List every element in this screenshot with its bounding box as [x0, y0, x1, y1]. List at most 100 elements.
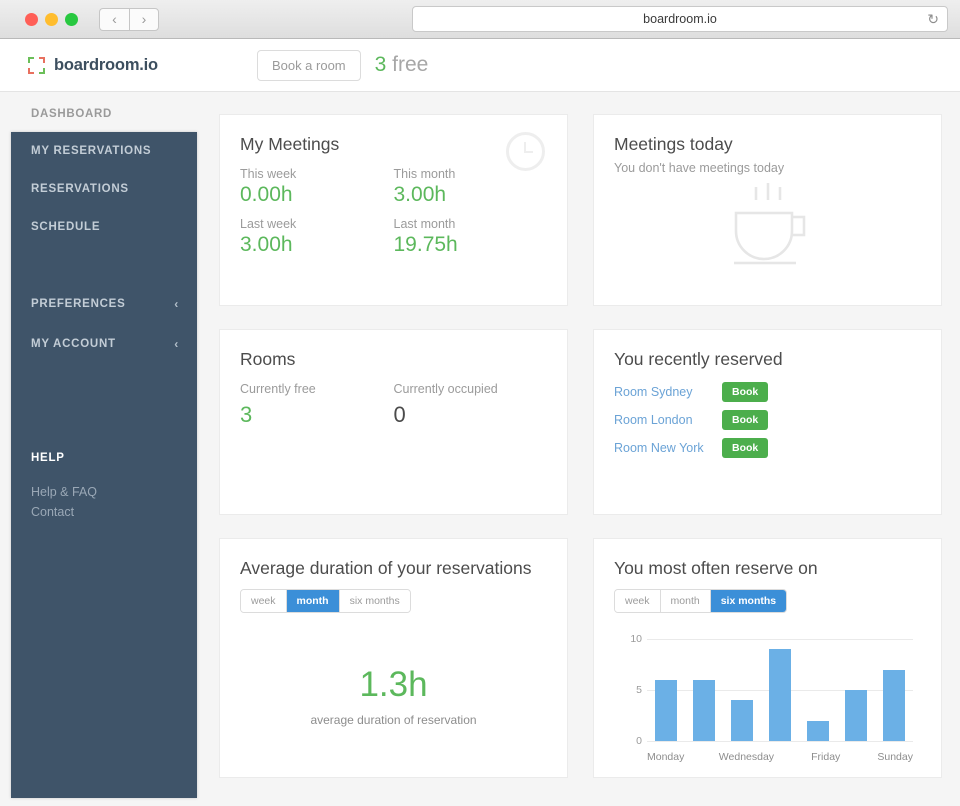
chart-y-tick-label: 0: [636, 735, 642, 747]
chart-x-tick-label: Sunday: [877, 751, 913, 763]
toggle-month[interactable]: month: [286, 590, 340, 612]
chart-bar-slot: [685, 639, 723, 741]
stat-value-this-month: 3.00h: [393, 183, 447, 206]
chart-gridline: [647, 741, 913, 742]
chevron-left-icon: ‹: [174, 297, 179, 311]
card-my-meetings: My Meetings This week This month 0.00h 3…: [219, 114, 568, 306]
book-button[interactable]: Book: [722, 410, 769, 430]
book-a-room-button[interactable]: Book a room: [256, 49, 361, 81]
chart-bar-slot: [761, 639, 799, 741]
chart-bar-slot: [799, 639, 837, 741]
chart-x-tick-label: Monday: [647, 751, 685, 763]
chart-x-tick-label: Friday: [811, 751, 841, 763]
close-window-button[interactable]: [25, 12, 38, 26]
meetings-stats: This week This month 0.00h 3.00h Last we…: [240, 167, 547, 267]
free-rooms-count: 3: [374, 53, 387, 76]
sidebar-item-label: SCHEDULE: [31, 221, 101, 233]
toggle-month[interactable]: month: [660, 590, 711, 612]
chart-x-tick-label: Wednesday: [718, 751, 775, 763]
browser-nav-buttons: ‹ ›: [99, 7, 159, 31]
average-duration-value: 1.3h: [359, 665, 428, 704]
sidebar-item-schedule[interactable]: SCHEDULE: [11, 208, 197, 246]
sidebar-link-contact[interactable]: Contact: [11, 502, 197, 522]
address-bar-text: boardroom.io: [643, 12, 717, 26]
card-meetings-today: Meetings today You don't have meetings t…: [593, 114, 942, 306]
room-link-sydney[interactable]: Room Sydney: [614, 385, 709, 399]
rooms-free-value: 3: [240, 402, 253, 427]
chart-y-tick-label: 10: [630, 633, 642, 645]
chart-bar[interactable]: [693, 679, 715, 741]
card-title: Rooms: [240, 349, 296, 369]
sidebar-item-my-reservations[interactable]: MY RESERVATIONS: [11, 132, 197, 170]
card-rooms: Rooms Currently free Currently occupied …: [219, 329, 568, 515]
list-item: Room London Book: [614, 410, 921, 430]
room-link-new-york[interactable]: Room New York: [614, 441, 709, 455]
minimize-window-button[interactable]: [45, 12, 58, 26]
sidebar-item-reservations[interactable]: RESERVATIONS: [11, 170, 197, 208]
window-traffic-lights: [25, 12, 78, 26]
app-header: boardroom.io Book a room 3 free: [0, 39, 960, 92]
chart-bar[interactable]: [807, 720, 829, 741]
rooms-stats: Currently free Currently occupied 3 0: [240, 382, 547, 428]
chevron-left-icon: ‹: [174, 337, 179, 351]
toggle-week[interactable]: week: [615, 590, 661, 612]
sidebar-help-gap: [11, 470, 197, 482]
sidebar-item-label: RESERVATIONS: [31, 183, 129, 195]
app-logo[interactable]: boardroom.io: [28, 56, 158, 75]
chart-x-tick-label: [684, 751, 718, 763]
chevron-right-icon: ›: [141, 11, 147, 27]
average-duration-caption: average duration of reservation: [310, 713, 477, 727]
toggle-week[interactable]: week: [241, 590, 287, 612]
sidebar-item-my-account[interactable]: MY ACCOUNT ‹: [11, 324, 197, 364]
sidebar-link-help-faq[interactable]: Help & FAQ: [11, 482, 197, 502]
maximize-window-button[interactable]: [65, 12, 78, 26]
chart-bar[interactable]: [883, 669, 905, 741]
reserve-on-range-toggle: week month six months: [614, 589, 788, 613]
reload-icon[interactable]: ↻: [927, 12, 939, 26]
card-reserve-on: You most often reserve on week month six…: [593, 538, 942, 778]
chart-y-tick-label: 5: [636, 684, 642, 696]
list-item: Room New York Book: [614, 438, 921, 458]
back-button[interactable]: ‹: [99, 7, 129, 31]
stat-value-last-month: 19.75h: [393, 233, 458, 256]
book-button[interactable]: Book: [722, 438, 769, 458]
brackets-logo-icon: [28, 56, 45, 74]
browser-chrome: ‹ › boardroom.io ↻: [0, 0, 960, 39]
toggle-six-months[interactable]: six months: [339, 590, 410, 612]
logo-text: boardroom.io: [54, 55, 158, 74]
sidebar-item-label: MY ACCOUNT: [31, 338, 116, 350]
card-title: My Meetings: [240, 134, 340, 154]
stat-label-last-month: Last month: [393, 217, 456, 231]
book-button[interactable]: Book: [722, 382, 769, 402]
chart-x-tick-label: [774, 751, 808, 763]
card-title: You recently reserved: [614, 349, 783, 369]
toggle-six-months[interactable]: six months: [710, 590, 787, 612]
card-subtitle: You don't have meetings today: [614, 161, 785, 175]
sidebar-item-label: PREFERENCES: [31, 298, 126, 310]
sidebar-item-preferences[interactable]: PREFERENCES ‹: [11, 284, 197, 324]
sidebar-help-heading: HELP: [31, 452, 65, 464]
chart-bar[interactable]: [769, 649, 791, 741]
stat-label-this-week: This week: [240, 167, 297, 181]
sidebar: DASHBOARD MY RESERVATIONS RESERVATIONS S…: [0, 92, 197, 806]
stat-value-this-week: 0.00h: [240, 183, 293, 206]
card-title: Meetings today: [614, 134, 733, 154]
room-link-london[interactable]: Room London: [614, 413, 709, 427]
chart-bar-slot: [647, 639, 685, 741]
stat-label-last-week: Last week: [240, 217, 297, 231]
sidebar-section-label: DASHBOARD: [31, 108, 113, 120]
forward-button[interactable]: ›: [129, 7, 159, 31]
average-duration-readout: 1.3h average duration of reservation: [240, 665, 547, 727]
rooms-occupied-value: 0: [393, 402, 406, 427]
card-title: Average duration of your reservations: [240, 558, 532, 578]
recently-reserved-list: Room Sydney Book Room London Book Room N…: [614, 382, 921, 458]
chart-bar[interactable]: [655, 679, 677, 741]
sidebar-nav-panel: MY RESERVATIONS RESERVATIONS SCHEDULE PR…: [11, 132, 197, 798]
address-bar[interactable]: boardroom.io ↻: [412, 6, 948, 32]
chart-bar[interactable]: [845, 690, 867, 741]
coffee-cup-icon: [594, 183, 941, 271]
chart-bar[interactable]: [731, 700, 753, 741]
app-body: DASHBOARD MY RESERVATIONS RESERVATIONS S…: [0, 92, 960, 806]
